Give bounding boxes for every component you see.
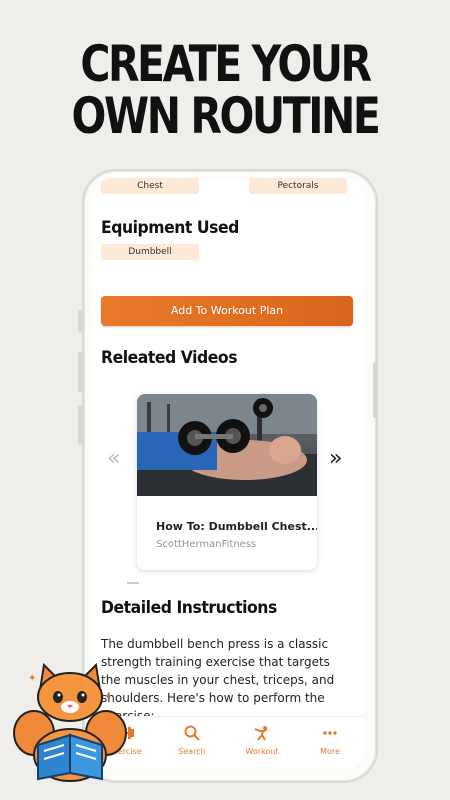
tab-workout[interactable]: Workout bbox=[234, 725, 290, 756]
search-icon bbox=[164, 725, 220, 745]
headline: CREATE YOUR OWN ROUTINE bbox=[41, 38, 410, 142]
svg-text:✦: ✦ bbox=[104, 692, 111, 701]
equipment-title: Equipment Used bbox=[101, 218, 239, 238]
muscle-chip-primary: Chest bbox=[101, 178, 199, 194]
phone-power-button bbox=[373, 362, 377, 418]
headline-line-1: CREATE YOUR bbox=[80, 35, 372, 93]
cat-mascot-illustration: ✦ ✦ bbox=[13, 662, 127, 782]
app-screen: Chest Pectorals Equipment Used Dumbbell … bbox=[92, 178, 364, 768]
carousel-indicator bbox=[127, 582, 139, 584]
related-videos-title: Releated Videos bbox=[101, 348, 238, 368]
workout-icon bbox=[234, 725, 290, 745]
video-card-title: How To: Dumbbell Chest... bbox=[156, 520, 317, 533]
video-card[interactable]: How To: Dumbbell Chest... ScottHermanFit… bbox=[137, 394, 317, 570]
add-to-workout-plan-button[interactable]: Add To Workout Plan bbox=[101, 296, 353, 326]
carousel-prev-arrow[interactable]: « bbox=[107, 446, 120, 471]
headline-line-2: OWN ROUTINE bbox=[71, 87, 381, 145]
muscle-chip-secondary: Pectorals bbox=[249, 178, 347, 194]
bottom-tab-bar: Exercise Search Workout More bbox=[92, 716, 364, 768]
svg-text:✦: ✦ bbox=[28, 673, 36, 684]
more-icon bbox=[302, 725, 358, 745]
tab-workout-label: Workout bbox=[245, 747, 279, 756]
tab-search-label: Search bbox=[178, 747, 206, 756]
tab-search[interactable]: Search bbox=[164, 725, 220, 756]
equipment-chip: Dumbbell bbox=[101, 244, 199, 260]
detailed-instructions-title: Detailed Instructions bbox=[101, 598, 277, 618]
tab-more[interactable]: More bbox=[302, 725, 358, 756]
video-thumbnail-image bbox=[137, 394, 317, 496]
phone-side-button bbox=[78, 310, 82, 332]
video-card-channel: ScottHermanFitness bbox=[156, 539, 257, 550]
phone-side-button bbox=[78, 405, 82, 445]
tab-more-label: More bbox=[320, 747, 340, 756]
phone-side-button bbox=[78, 352, 82, 392]
carousel-next-arrow[interactable]: » bbox=[329, 446, 342, 471]
video-thumbnail[interactable] bbox=[137, 394, 317, 496]
instructions-text: The dumbbell bench press is a classic st… bbox=[101, 637, 335, 723]
